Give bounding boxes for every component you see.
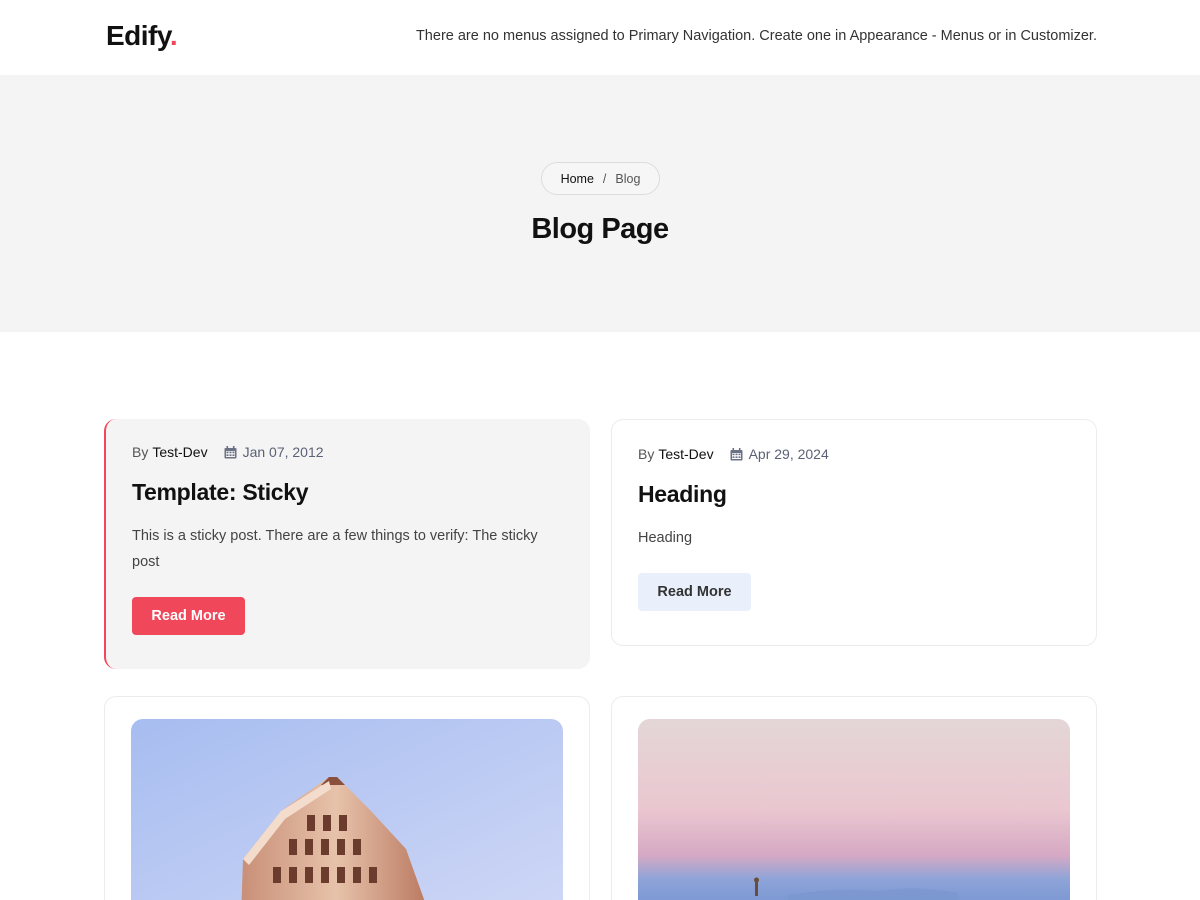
post-by-label: By <box>638 446 655 462</box>
post-card: By Test-Dev Apr 29, 2024 Heading Heading… <box>611 419 1097 646</box>
calendar-icon <box>224 445 237 458</box>
post-author-link[interactable]: Test-Dev <box>658 446 713 462</box>
page-title: Blog Page <box>531 213 669 245</box>
logo-dot: . <box>169 20 178 51</box>
post-by-label: By <box>132 444 149 460</box>
post-title[interactable]: Heading <box>638 481 727 508</box>
primary-navigation-notice: There are no menus assigned to Primary N… <box>415 28 1097 44</box>
building-photo <box>131 719 563 900</box>
post-excerpt: This is a sticky post. There are a few t… <box>132 528 538 570</box>
page-hero: Home / Blog Blog Page <box>0 75 1200 332</box>
post-meta: By Test-Dev Jan 07, 2012 <box>132 444 324 460</box>
post-card <box>611 696 1097 900</box>
post-excerpt: Heading <box>638 530 693 546</box>
post-featured-image[interactable] <box>638 719 1070 900</box>
post-meta: By Test-Dev Apr 29, 2024 <box>638 446 829 462</box>
site-logo[interactable]: Edify. <box>106 20 178 52</box>
logo-text: Edify <box>106 20 170 51</box>
post-card <box>104 696 590 900</box>
site-header: Edify. There are no menus assigned to Pr… <box>0 0 1200 75</box>
post-title[interactable]: Template: Sticky <box>132 479 309 506</box>
breadcrumb-home-link[interactable]: Home <box>561 172 594 186</box>
post-card-sticky: By Test-Dev Jan 07, 2012 Template: Stick… <box>104 419 590 669</box>
breadcrumb-separator: / <box>602 171 607 186</box>
post-date-link[interactable]: Jan 07, 2012 <box>243 444 324 460</box>
breadcrumb: Home / Blog <box>541 162 660 195</box>
read-more-button[interactable]: Read More <box>638 573 751 611</box>
post-featured-image[interactable] <box>131 719 563 900</box>
calendar-icon <box>730 447 743 460</box>
breadcrumb-current: Blog <box>615 171 641 186</box>
landscape-photo <box>638 719 1070 900</box>
post-author-link[interactable]: Test-Dev <box>152 444 207 460</box>
post-date-link[interactable]: Apr 29, 2024 <box>749 446 829 462</box>
read-more-button[interactable]: Read More <box>132 597 245 635</box>
